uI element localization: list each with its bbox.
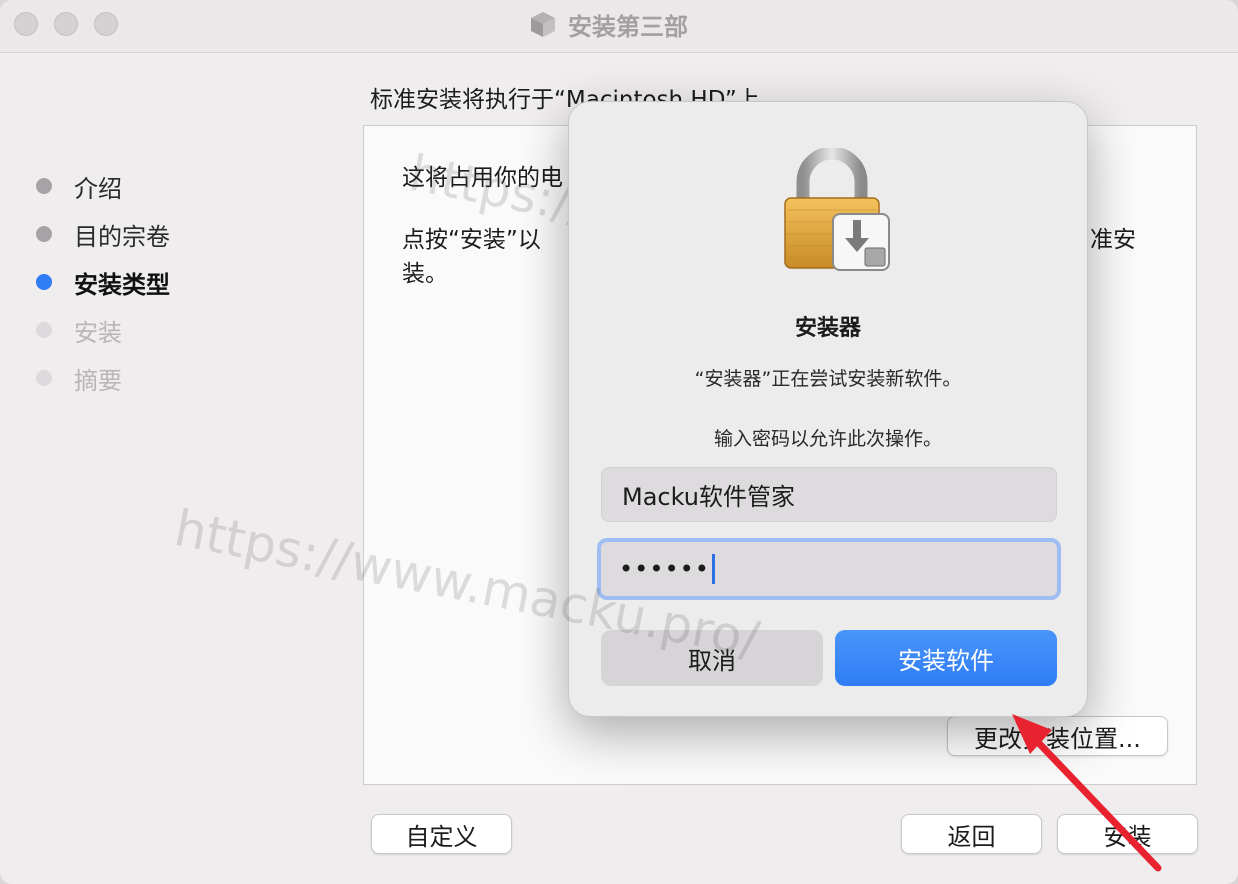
step-dot [36,370,52,386]
step-intro: 介绍 [36,162,170,210]
package-icon [531,12,555,37]
step-label: 安装 [74,318,122,347]
content-text-line2-tail: 准安 [1090,227,1136,253]
step-dot [36,274,52,290]
auth-dialog: 安装器 “安装器”正在尝试安装新软件。 输入密码以允许此次操作。 Macku软件… [568,101,1088,717]
content-text-line1: 这将占用你的电 [402,165,563,191]
change-location-button[interactable]: 更改安装位置... [947,716,1168,756]
minimize-window-button[interactable] [54,12,78,36]
window-title: 安装第三部 [568,12,688,41]
zoom-window-button[interactable] [94,12,118,36]
customize-button[interactable]: 自定义 [371,814,512,854]
dialog-prompt: 输入密码以允许此次操作。 [713,428,942,450]
text-caret [711,554,715,584]
dialog-message: “安装器”正在尝试安装新软件。 [694,368,962,390]
lock-icon [784,148,890,271]
step-summary: 摘要 [36,354,170,402]
content-text-line2: 点按“安装”以 [402,227,541,253]
content-text-line3: 装。 [402,261,448,287]
step-label: 摘要 [74,366,122,395]
cancel-button[interactable]: 取消 [601,630,823,686]
install-button[interactable]: 安装 [1057,814,1198,854]
step-label: 安装类型 [74,270,170,299]
step-install-type: 安装类型 [36,258,170,306]
dialog-title: 安装器 [794,316,861,341]
step-label: 介绍 [74,174,122,203]
password-field[interactable]: •••••• [597,538,1061,600]
install-software-button[interactable]: 安装软件 [835,630,1057,686]
close-window-button[interactable] [14,12,38,36]
title-bar: 安装第三部 [0,0,1238,53]
step-label: 目的宗卷 [74,222,170,251]
step-dot [36,178,52,194]
step-install: 安装 [36,306,170,354]
username-field[interactable]: Macku软件管家 [601,467,1057,522]
window-title-group: 安装第三部 [528,6,688,42]
step-destination: 目的宗卷 [36,210,170,258]
step-dot [36,322,52,338]
step-dot [36,226,52,242]
steps-sidebar: 介绍 目的宗卷 安装类型 安装 摘要 [36,162,170,402]
username-value: Macku软件管家 [622,483,795,511]
password-value: •••••• [619,555,710,583]
back-button[interactable]: 返回 [901,814,1042,854]
